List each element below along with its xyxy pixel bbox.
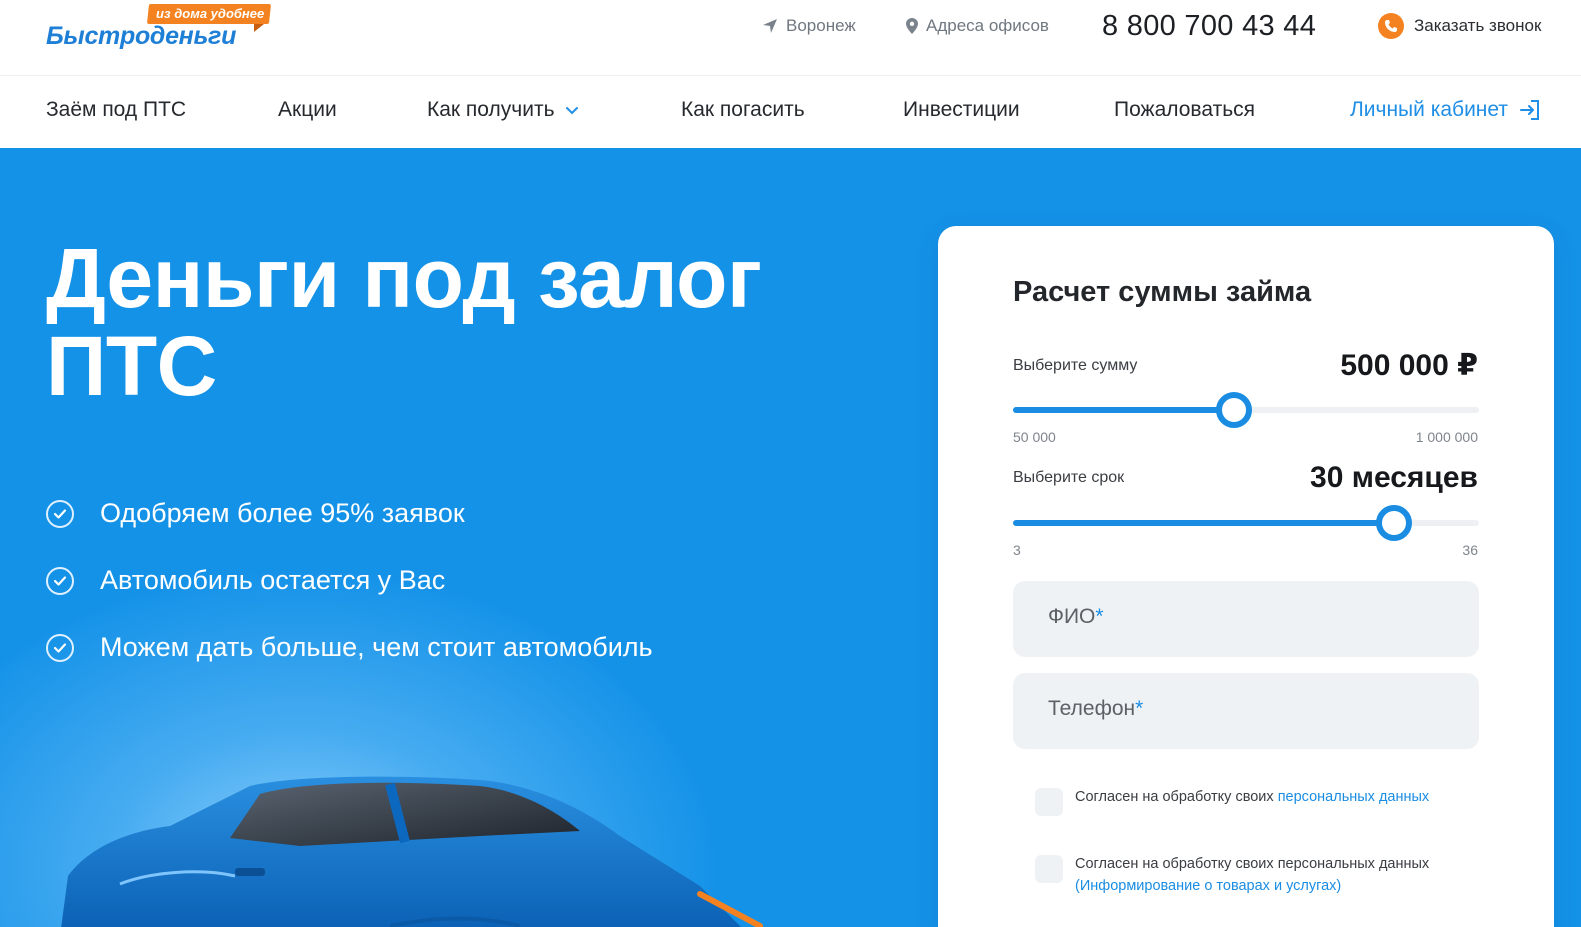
nav-item-label: Инвестиции: [903, 98, 1020, 121]
city-selector[interactable]: Воронеж: [762, 16, 856, 36]
check-circle-icon: [46, 566, 74, 595]
nav-item-label: Акции: [278, 98, 337, 121]
marketing-info-link[interactable]: (Информирование о товарах и услугах): [1075, 878, 1341, 894]
personal-data-link[interactable]: персональных данных: [1278, 789, 1429, 805]
login-icon: [1520, 100, 1539, 120]
loan-calculator-card: Расчет суммы займа Выберите сумму 500 00…: [938, 226, 1554, 927]
callback-button[interactable]: Заказать звонок: [1378, 13, 1541, 39]
top-bar: из дома удобнее Быстроденьги Воронеж Адр…: [0, 0, 1581, 76]
feature-item: Одобряем более 95% заявок: [46, 480, 653, 547]
feature-item: Автомобиль остается у Вас: [46, 547, 653, 614]
chevron-down-icon: [565, 106, 578, 114]
callback-label: Заказать звонок: [1414, 16, 1542, 35]
nav-item-how-to-repay[interactable]: Как погасить: [681, 98, 805, 122]
term-slider-fill: [1013, 520, 1395, 526]
consent-marketing[interactable]: Согласен на обработку своих персональных…: [1035, 853, 1455, 897]
city-label: Воронеж: [786, 16, 856, 35]
nav-item-complaint[interactable]: Пожаловаться: [1114, 98, 1255, 122]
car-illustration: [61, 776, 763, 927]
personal-account-label: Личный кабинет: [1350, 98, 1508, 121]
offices-link[interactable]: Адреса офисов: [906, 16, 1049, 36]
nav-item-how-to-get[interactable]: Как получить: [427, 98, 579, 122]
amount-slider-handle[interactable]: [1215, 392, 1252, 428]
main-nav: Заём под ПТС Акции Как получить Как пога…: [0, 76, 1581, 148]
hero-section: Деньги под залог ПТС Одобряем более 95% …: [0, 148, 1581, 927]
nav-item-label: Пожаловаться: [1114, 98, 1256, 121]
amount-max: 1 000 000: [1415, 429, 1478, 445]
phone-input[interactable]: [1013, 673, 1479, 749]
nav-item-label: Как погасить: [681, 98, 805, 121]
offices-label: Адреса офисов: [926, 16, 1049, 35]
term-label: Выберите срок: [1013, 469, 1125, 486]
term-min: 3: [1013, 542, 1021, 558]
term-max: 36: [1462, 542, 1478, 558]
nav-item-pts-loan[interactable]: Заём под ПТС: [46, 98, 186, 122]
nav-item-investments[interactable]: Инвестиции: [903, 98, 1020, 122]
hero-title: Деньги под залог ПТС: [46, 231, 762, 413]
check-circle-icon: [46, 499, 74, 528]
personal-account-link[interactable]: Личный кабинет: [1350, 98, 1542, 122]
amount-value: 500 000 ₽: [1340, 349, 1478, 382]
feature-text: Можем дать больше, чем стоит автомобиль: [100, 632, 653, 662]
map-pin-icon: [906, 18, 918, 34]
consent-text: Согласен на обработку своих персональных…: [1075, 789, 1430, 805]
nav-item-promotions[interactable]: Акции: [278, 98, 337, 122]
nav-item-label: Как получить: [427, 98, 555, 121]
phone-icon: [1378, 13, 1404, 39]
consent-text: Согласен на обработку своих персональных…: [1075, 856, 1430, 894]
logo-tagline: из дома удобнее: [146, 4, 272, 24]
feature-list: Одобряем более 95% заявок Автомобиль ост…: [46, 480, 653, 681]
amount-label: Выберите сумму: [1013, 357, 1138, 374]
full-name-input[interactable]: [1013, 581, 1479, 657]
nav-item-label: Заём под ПТС: [46, 98, 187, 121]
hotline-phone[interactable]: 8 800 700 43 44: [1102, 10, 1316, 43]
consent-personal-data[interactable]: Согласен на обработку своих персональных…: [1035, 786, 1455, 816]
logo-wordmark: Быстроденьги: [46, 22, 237, 50]
logo-tagline-tail: [254, 24, 264, 32]
feature-text: Одобряем более 95% заявок: [100, 498, 465, 528]
calculator-title: Расчет суммы займа: [1013, 276, 1312, 308]
location-arrow-icon: [763, 19, 777, 33]
brand-logo[interactable]: из дома удобнее Быстроденьги: [46, 4, 276, 56]
term-slider-handle[interactable]: [1376, 505, 1413, 541]
consent-checkbox[interactable]: [1035, 855, 1063, 883]
full-name-field[interactable]: ФИО*: [1013, 581, 1479, 657]
amount-slider[interactable]: [1013, 392, 1479, 428]
amount-slider-fill: [1013, 407, 1234, 413]
phone-field[interactable]: Телефон*: [1013, 673, 1479, 749]
consent-checkbox[interactable]: [1035, 788, 1063, 816]
term-value: 30 месяцев: [1310, 461, 1478, 494]
check-circle-icon: [46, 633, 74, 662]
term-slider[interactable]: [1013, 505, 1479, 541]
amount-min: 50 000: [1013, 429, 1056, 445]
feature-item: Можем дать больше, чем стоит автомобиль: [46, 614, 653, 681]
feature-text: Автомобиль остается у Вас: [100, 565, 446, 595]
